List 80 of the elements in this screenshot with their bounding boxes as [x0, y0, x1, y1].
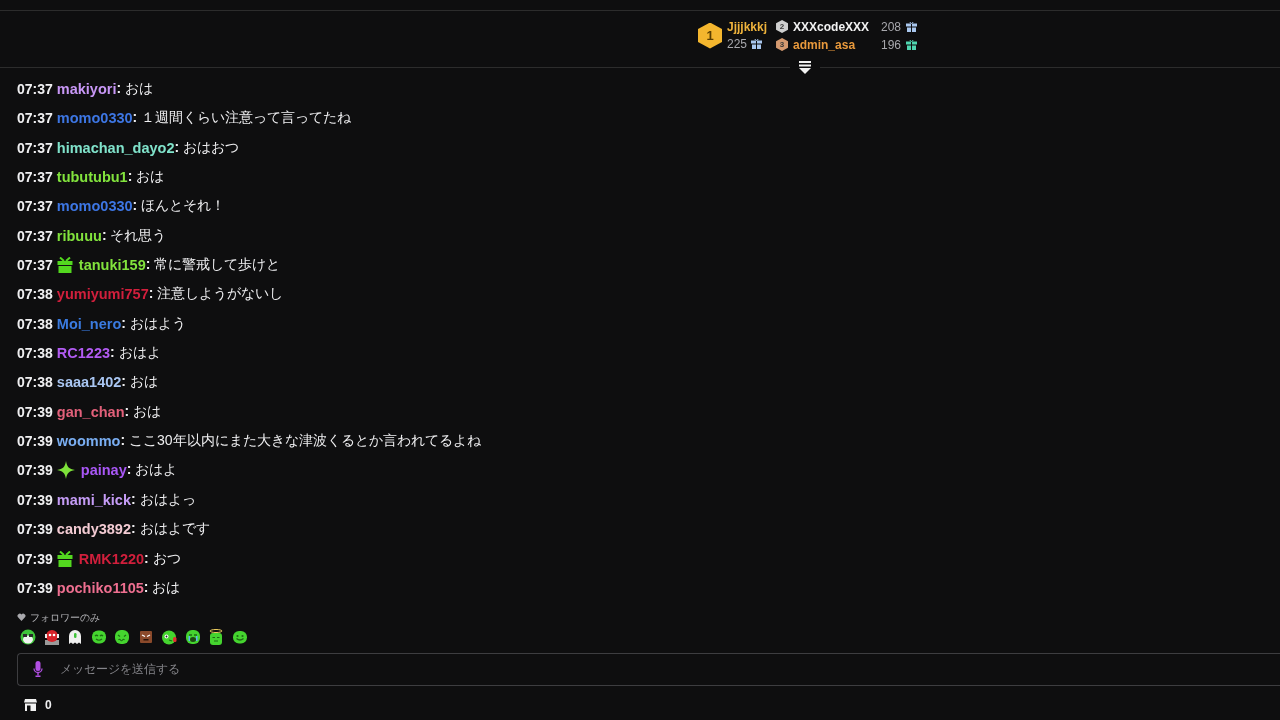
username[interactable]: makiyori: [56, 81, 117, 97]
chat-message: : 注意しようがないし: [148, 285, 284, 304]
gift-count: 225: [727, 37, 748, 51]
smiling-blob-icon[interactable]: [231, 628, 248, 645]
chat-message: : おは: [127, 168, 165, 187]
ghost-icon[interactable]: [67, 628, 83, 645]
gift-count: 196: [880, 37, 902, 52]
chat-message: : それ思う: [101, 226, 167, 245]
points-count: 0: [45, 697, 52, 712]
username[interactable]: painay: [80, 462, 127, 479]
username[interactable]: candy3892: [56, 521, 131, 538]
timestamp: 07:39: [17, 462, 53, 479]
rank-badge: 2: [776, 20, 789, 33]
timestamp: 07:39: [17, 491, 53, 508]
timestamp: 07:39: [17, 403, 53, 420]
timestamp: 07:39: [17, 550, 53, 567]
timestamp: 07:38: [17, 374, 53, 391]
followers-only-label: フォロワーのみ: [30, 610, 100, 624]
store-icon[interactable]: [24, 698, 37, 711]
timestamp: 07:37: [17, 110, 53, 127]
timestamp: 07:37: [17, 169, 53, 186]
timestamp: 07:37: [17, 139, 53, 156]
chat-message: : おはよっ: [131, 490, 196, 509]
heart-icon: [17, 613, 26, 622]
username[interactable]: mami_kick: [56, 491, 131, 508]
chat-message: : ここ30年以内にまた大きな津波くるとか言われてるよね: [120, 432, 481, 451]
chat-message: : ほんとそれ！: [132, 197, 226, 216]
list-arrow-down-icon[interactable]: [798, 60, 812, 74]
halo-blob-icon[interactable]: [208, 628, 224, 645]
timestamp: 07:39: [17, 579, 53, 596]
leader-name: admin_asa: [793, 37, 857, 52]
blob-face-icon[interactable]: [114, 628, 130, 645]
crying-blob-icon[interactable]: [184, 628, 201, 645]
chat-message: : おはよ: [110, 344, 161, 363]
angry-box-icon[interactable]: [137, 628, 154, 645]
username[interactable]: RC1223: [56, 345, 110, 362]
chat-message: : おは: [116, 80, 154, 96]
leader-name: XXXcodeXXX: [793, 19, 871, 34]
username[interactable]: RMK1220: [78, 550, 145, 567]
username[interactable]: yumiyumi757: [56, 286, 149, 303]
timestamp: 07:37: [17, 257, 53, 274]
username[interactable]: gan_chan: [56, 403, 125, 420]
timestamp: 07:37: [17, 227, 53, 244]
rank-badge: 1: [698, 22, 722, 49]
timestamp: 07:38: [17, 286, 53, 303]
headset-blob-icon[interactable]: [161, 628, 177, 645]
glasses-face-icon[interactable]: [20, 628, 36, 645]
headphones-creature-icon[interactable]: [43, 628, 60, 645]
smiling-blob-icon[interactable]: [90, 628, 107, 645]
username[interactable]: momo0330: [56, 198, 133, 215]
username[interactable]: momo0330: [56, 110, 133, 127]
chat-message: : おはよう: [121, 314, 186, 333]
username[interactable]: Moi_nero: [56, 315, 122, 332]
timestamp: 07:37: [17, 198, 53, 215]
chat-message: : おつ: [144, 549, 181, 568]
chat-message: : 常に警戒して歩けと: [145, 256, 281, 275]
chat-message: : １週間くらい注意って言ってたね: [132, 109, 352, 128]
chat-message: : おは: [124, 402, 162, 421]
username[interactable]: woommo: [56, 433, 121, 450]
chat-message: : おはおつ: [174, 138, 240, 155]
timestamp: 07:37: [17, 81, 53, 97]
microphone-icon[interactable]: [33, 661, 43, 678]
chat-message: : おは: [143, 578, 181, 595]
timestamp: 07:39: [17, 521, 53, 538]
gift-count: 208: [880, 19, 902, 34]
username[interactable]: pochiko1105: [56, 579, 144, 596]
username[interactable]: himachan_dayo2: [56, 139, 175, 156]
leader-name: Jjjjkkkj: [727, 20, 768, 34]
username[interactable]: tubutubu1: [56, 169, 128, 186]
timestamp: 07:38: [17, 315, 53, 332]
chat-message: : おは: [121, 373, 158, 392]
username[interactable]: ribuuu: [56, 227, 102, 244]
message-input[interactable]: メッセージを送信する: [17, 652, 1280, 686]
username[interactable]: tanuki159: [78, 257, 146, 274]
timestamp: 07:38: [17, 345, 53, 362]
username[interactable]: saaa1402: [56, 374, 122, 391]
chat-message: : おはよです: [131, 520, 210, 539]
timestamp: 07:39: [17, 433, 53, 450]
rank-badge: 3: [776, 38, 789, 51]
chat-message: : おはよ: [126, 461, 178, 480]
